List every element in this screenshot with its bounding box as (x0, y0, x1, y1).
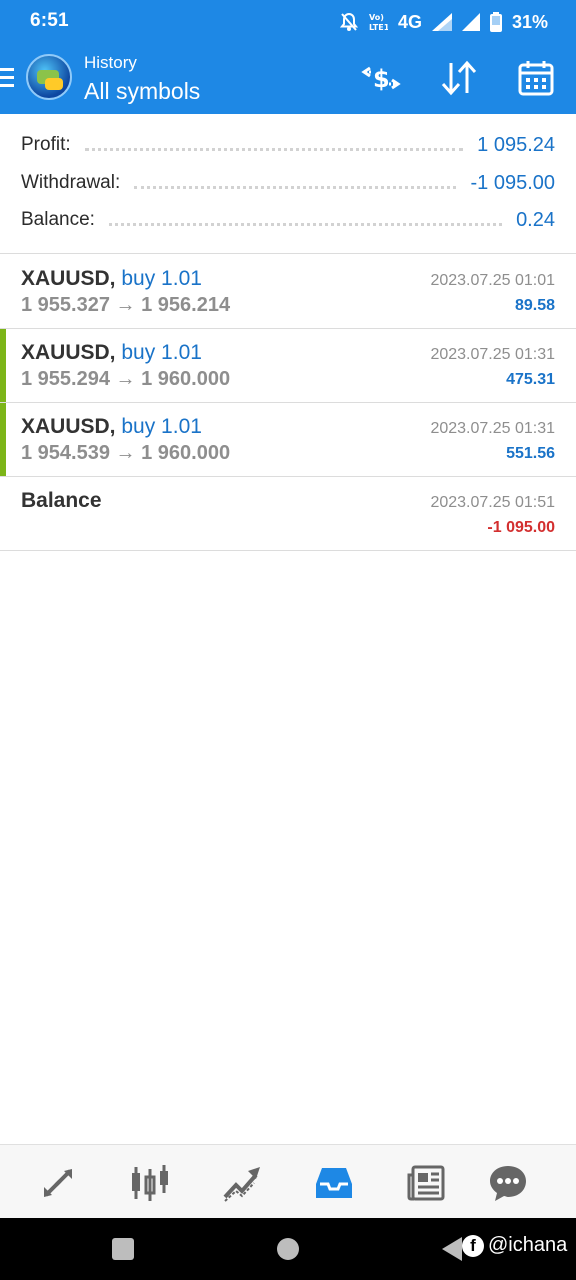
deal-profit: 475.31 (506, 371, 555, 388)
home-button[interactable] (277, 1238, 299, 1260)
toolbar: History All symbols $ (0, 44, 576, 114)
summary-row-balance: Balance: 0.24 (21, 205, 555, 235)
deal-prices: 1 955.294 → 1 960.000 (21, 368, 231, 390)
deal-profit: 89.58 (514, 297, 555, 314)
svg-text:Vo): Vo) (369, 13, 384, 22)
currency-exchange-icon[interactable]: $ (359, 58, 403, 98)
summary-value: 0.24 (516, 208, 555, 231)
deal-symbol-line: XAUUSD, buy 1.01 (21, 341, 202, 365)
bottom-navigation (0, 1144, 576, 1218)
deal-prices: 1 955.327 → 1 956.214 (21, 294, 231, 316)
facebook-icon: f (462, 1234, 484, 1257)
watermark: f @ichana (462, 1234, 567, 1257)
symbol-filter-title[interactable]: All symbols (84, 78, 200, 105)
signal-icon-2 (461, 13, 480, 31)
history-summary: Profit: 1 095.24 Withdrawal: -1 095.00 B… (0, 114, 576, 254)
deal-profit: 551.56 (506, 445, 555, 462)
summary-value: -1 095.00 (470, 171, 555, 194)
volte-icon: Vo) LTE1 (368, 11, 388, 33)
network-type: 4G (397, 11, 422, 32)
history-icon[interactable] (311, 1160, 357, 1206)
deal-type: buy 1.01 (121, 267, 202, 290)
dotted-leader (134, 185, 457, 189)
summary-row-profit: Profit: 1 095.24 (21, 130, 555, 160)
deal-time: 2023.07.25 01:51 (430, 494, 555, 511)
balance-row[interactable]: Balance 2023.07.25 01:51 -1 095.00 (0, 477, 576, 551)
deal-prices: 1 954.539 → 1 960.000 (21, 442, 231, 464)
deal-row[interactable]: XAUUSD, buy 1.01 1 955.294 → 1 960.000 2… (0, 329, 576, 403)
deal-time: 2023.07.25 01:31 (430, 346, 555, 363)
sort-icon[interactable] (437, 58, 481, 98)
deal-time: 2023.07.25 01:01 (430, 272, 555, 289)
deal-row[interactable]: XAUUSD, buy 1.01 1 954.539 → 1 960.000 2… (0, 403, 576, 477)
deal-symbol: XAUUSD, (21, 341, 116, 364)
recents-button[interactable] (112, 1238, 134, 1260)
deal-symbol: XAUUSD, (21, 415, 116, 438)
summary-label: Withdrawal: (21, 172, 121, 193)
svg-text:$: $ (373, 65, 390, 93)
trade-icon[interactable] (219, 1160, 265, 1206)
top-app-bar: 6:51 Vo)LTE1 4G 31% History All symbols (0, 0, 576, 114)
battery-percent: 31% (511, 11, 548, 32)
status-bar: 6:51 Vo) LTE1 4G 31% (0, 0, 576, 44)
dotted-leader (84, 147, 464, 151)
deal-indicator-bar (0, 403, 6, 476)
deal-symbol: XAUUSD, (21, 267, 116, 290)
chart-icon[interactable] (127, 1160, 173, 1206)
quotes-icon[interactable] (35, 1160, 81, 1206)
calendar-icon[interactable] (514, 58, 558, 98)
battery-icon (489, 12, 502, 32)
svg-text:LTE1: LTE1 (369, 23, 388, 32)
summary-row-withdrawal: Withdrawal: -1 095.00 (21, 168, 555, 198)
back-button[interactable] (442, 1237, 462, 1261)
deal-profit: -1 095.00 (487, 519, 555, 536)
deal-type: buy 1.01 (121, 415, 202, 438)
status-icons: Vo) LTE1 4G 31% (339, 9, 548, 35)
mute-bell-icon (339, 12, 358, 32)
summary-value: 1 095.24 (477, 133, 555, 156)
app-logo[interactable] (26, 54, 72, 100)
deal-time: 2023.07.25 01:31 (430, 420, 555, 437)
deal-row[interactable]: XAUUSD, buy 1.01 1 955.327 → 1 956.214 2… (0, 255, 576, 329)
deal-symbol-line: XAUUSD, buy 1.01 (21, 415, 202, 439)
balance-label: Balance (21, 489, 102, 512)
status-time: 6:51 (30, 10, 69, 31)
dotted-leader (108, 222, 503, 226)
news-icon[interactable] (403, 1160, 449, 1206)
summary-label: Profit: (21, 134, 71, 155)
deal-type: buy 1.01 (121, 341, 202, 364)
signal-icon (431, 13, 452, 31)
system-navigation-bar: f @ichana (0, 1218, 576, 1280)
chat-icon[interactable] (485, 1160, 531, 1206)
deal-symbol-line: XAUUSD, buy 1.01 (21, 267, 202, 291)
watermark-text: @ichana (488, 1234, 568, 1256)
menu-icon[interactable] (0, 68, 16, 90)
summary-label: Balance: (21, 209, 95, 230)
toolbar-subtitle: History (84, 53, 137, 72)
deal-indicator-bar (0, 329, 6, 402)
